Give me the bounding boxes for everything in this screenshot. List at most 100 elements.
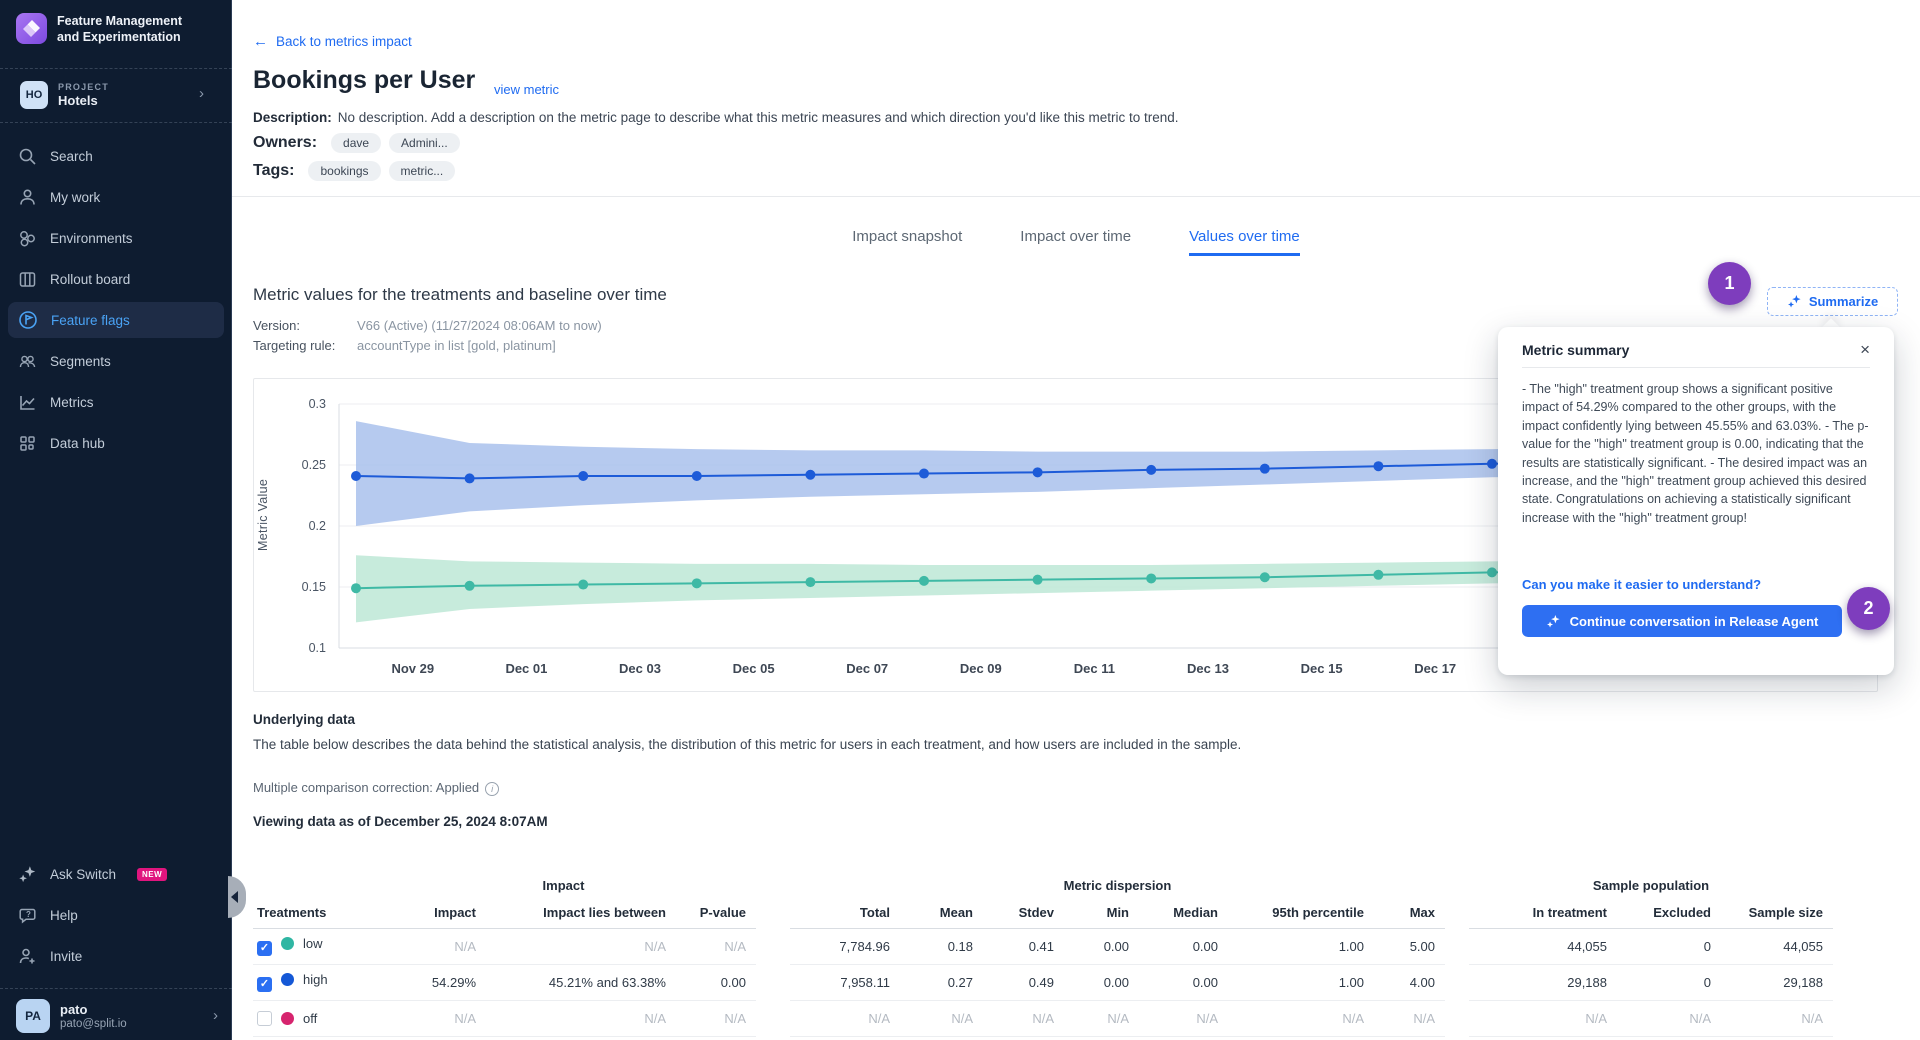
column-header: Min xyxy=(1064,898,1139,928)
treatment-cell: ✓high xyxy=(253,964,371,1000)
tab-impact-over-time[interactable]: Impact over time xyxy=(1020,228,1131,256)
divider xyxy=(0,68,232,69)
column-header: Total xyxy=(790,898,900,928)
sidebar-item-environments[interactable]: Environments xyxy=(8,220,224,256)
metric-tabs: Impact snapshot Impact over time Values … xyxy=(232,228,1920,256)
sidebar-item-segments[interactable]: Segments xyxy=(8,343,224,379)
rollout-board-icon xyxy=(18,270,37,289)
table-cell: 5.00 xyxy=(1374,928,1445,964)
table-cell: N/A xyxy=(900,1000,983,1036)
table-cell: 0.00 xyxy=(1139,964,1228,1000)
tag-pill[interactable]: metric... xyxy=(389,161,456,181)
annotation-badge-2: 2 xyxy=(1847,587,1890,630)
chevron-right-icon: › xyxy=(213,1008,218,1023)
app-logo[interactable]: Feature Management and Experimentation xyxy=(16,13,207,45)
owner-pill[interactable]: Admini... xyxy=(389,133,460,153)
svg-text:Dec 01: Dec 01 xyxy=(505,661,547,676)
tags-row: Tags: bookings metric... xyxy=(253,161,455,181)
table-cell: N/A xyxy=(1617,1000,1721,1036)
metric-summary-panel: Metric summary × - The "high" treatment … xyxy=(1498,327,1894,675)
table-cell: N/A xyxy=(1064,1000,1139,1036)
table-group-header-row: ImpactMetric dispersionSample population xyxy=(253,872,1833,898)
tab-values-over-time[interactable]: Values over time xyxy=(1189,228,1300,256)
targeting-rule-row: Targeting rule:accountType in list [gold… xyxy=(253,338,556,353)
project-switcher[interactable]: HO PROJECT Hotels › xyxy=(20,81,216,109)
table-cell: 0.18 xyxy=(900,928,983,964)
metrics-icon xyxy=(18,393,37,412)
tag-pill[interactable]: bookings xyxy=(308,161,380,181)
tab-impact-snapshot[interactable]: Impact snapshot xyxy=(852,228,962,256)
section-heading: Metric values for the treatments and bas… xyxy=(253,285,667,305)
sidebar-item-data-hub[interactable]: Data hub xyxy=(8,425,224,461)
version-row: Version:V66 (Active) (11/27/2024 08:06AM… xyxy=(253,318,602,333)
svg-text:0.3: 0.3 xyxy=(309,397,326,411)
treatment-checkbox[interactable]: ✓ xyxy=(257,941,272,956)
close-icon[interactable]: × xyxy=(1860,341,1870,358)
sparkle-icon xyxy=(1787,294,1802,309)
table-cell: 29,188 xyxy=(1721,964,1833,1000)
table-row: ✓high54.29%45.21% and 63.38%0.007,958.11… xyxy=(253,964,1833,1000)
svg-text:0.2: 0.2 xyxy=(309,519,326,533)
column-header: Max xyxy=(1374,898,1445,928)
sidebar-item-my-work[interactable]: My work xyxy=(8,179,224,215)
sidebar-collapse-handle[interactable] xyxy=(228,876,246,918)
table-cell: 1.00 xyxy=(1228,928,1374,964)
sidebar-item-invite[interactable]: Invite xyxy=(8,938,224,974)
sidebar-item-search[interactable]: Search xyxy=(8,138,224,174)
table-cell: 0.00 xyxy=(1064,964,1139,1000)
table-cell: N/A xyxy=(1374,1000,1445,1036)
sidebar-nav: Search My work Environments Rollout boar… xyxy=(8,138,224,466)
treatment-color-dot xyxy=(281,937,294,950)
user-menu[interactable]: PA pato pato@split.io › xyxy=(16,999,222,1033)
info-icon[interactable]: i xyxy=(485,782,499,796)
group-header: Impact xyxy=(371,872,756,898)
page-title: Bookings per User xyxy=(253,66,475,95)
owner-pill[interactable]: dave xyxy=(331,133,381,153)
divider xyxy=(0,122,232,123)
sidebar-item-metrics[interactable]: Metrics xyxy=(8,384,224,420)
table-row: offN/AN/AN/AN/AN/AN/AN/AN/AN/AN/AN/AN/AN… xyxy=(253,1000,1833,1036)
svg-text:Dec 09: Dec 09 xyxy=(960,661,1002,676)
treatment-cell: off xyxy=(253,1000,371,1036)
table-row: ✓lowN/AN/AN/A7,784.960.180.410.000.001.0… xyxy=(253,928,1833,964)
view-metric-link[interactable]: view metric xyxy=(494,82,559,97)
svg-text:Dec 07: Dec 07 xyxy=(846,661,888,676)
group-header: Metric dispersion xyxy=(790,872,1445,898)
user-avatar: PA xyxy=(16,999,50,1033)
project-badge: HO xyxy=(20,81,48,109)
my-work-icon xyxy=(18,188,37,207)
sidebar-item-ask-switch[interactable]: Ask Switch NEW xyxy=(8,856,224,892)
table-cell: 4.00 xyxy=(1374,964,1445,1000)
table-cell: 54.29% xyxy=(371,964,486,1000)
column-header: Impact lies between xyxy=(486,898,676,928)
feature-flags-icon xyxy=(18,310,38,330)
back-link[interactable]: ←Back to metrics impact xyxy=(253,33,412,50)
chevron-right-icon: › xyxy=(199,86,204,101)
treatment-checkbox[interactable]: ✓ xyxy=(257,977,272,992)
divider xyxy=(232,196,1920,197)
easier-to-understand-link[interactable]: Can you make it easier to understand? xyxy=(1522,577,1761,592)
user-name: pato xyxy=(60,1002,127,1017)
comparison-correction-row: Multiple comparison correction: Appliedi xyxy=(253,780,499,796)
table-cell: N/A xyxy=(371,928,486,964)
chevron-left-icon xyxy=(231,891,238,903)
treatment-checkbox[interactable] xyxy=(257,1011,272,1026)
continue-in-release-agent-button[interactable]: Continue conversation in Release Agent xyxy=(1522,605,1842,637)
treatment-color-dot xyxy=(281,1012,294,1025)
svg-text:Dec 05: Dec 05 xyxy=(733,661,775,676)
table-cell: N/A xyxy=(1721,1000,1833,1036)
sidebar-item-feature-flags[interactable]: Feature flags xyxy=(8,302,224,338)
svg-text:Dec 11: Dec 11 xyxy=(1074,661,1115,676)
new-badge: NEW xyxy=(137,868,167,881)
sparkle-icon xyxy=(1546,614,1561,629)
underlying-data-table: ImpactMetric dispersionSample population… xyxy=(253,872,1833,1037)
table-cell: 44,055 xyxy=(1721,928,1833,964)
svg-text:Dec 15: Dec 15 xyxy=(1301,661,1343,676)
svg-text:Dec 13: Dec 13 xyxy=(1187,661,1229,676)
sidebar-footer: Ask Switch NEW ? Help Invite xyxy=(8,856,224,979)
sidebar-item-rollout-board[interactable]: Rollout board xyxy=(8,261,224,297)
sidebar-item-help[interactable]: ? Help xyxy=(8,897,224,933)
column-header: P-value xyxy=(676,898,756,928)
summarize-button[interactable]: Summarize xyxy=(1767,287,1898,316)
svg-text:0.25: 0.25 xyxy=(302,458,326,472)
